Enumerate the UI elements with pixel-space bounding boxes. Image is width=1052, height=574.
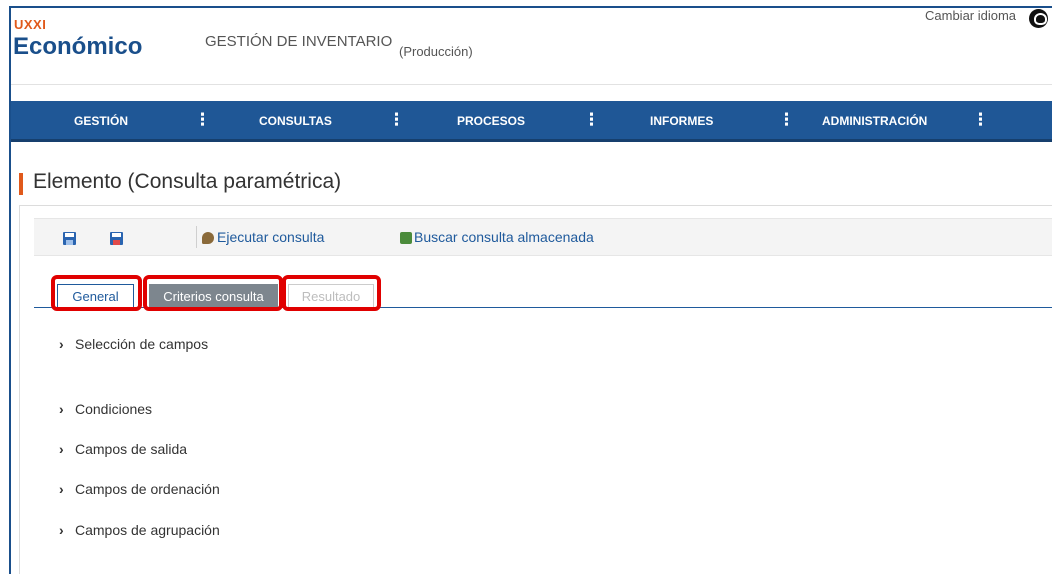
section-campos-agrupacion[interactable]: › Campos de agrupación [59,522,220,538]
save-icon[interactable] [63,232,76,245]
section-condiciones[interactable]: › Condiciones [59,401,152,417]
nav-item-consultas[interactable]: CONSULTAS [259,101,332,139]
nav-menu-dots-icon[interactable]: ⋮ [583,101,600,139]
page-title-accent [19,173,23,195]
environment-label: (Producción) [399,44,473,59]
section-seleccion-campos[interactable]: › Selección de campos [59,336,208,352]
logo-small: UXXI [14,17,47,32]
section-label: Condiciones [75,401,153,417]
logo-economico[interactable]: Económico [13,33,142,61]
chevron-right-icon: › [59,481,64,497]
save-as-icon[interactable] [110,232,123,245]
section-label: Campos de agrupación [75,522,220,538]
query-toolbar: Ejecutar consulta Buscar consulta almace… [34,218,1052,256]
change-language-link[interactable]: Cambiar idioma [925,8,1016,23]
app-header [11,8,1052,85]
highlight-box-general [51,275,142,311]
nav-menu-dots-icon[interactable]: ⋮ [194,101,211,139]
nav-item-administracion[interactable]: ADMINISTRACIÓN [822,101,927,139]
section-label: Campos de ordenación [75,481,220,497]
nav-item-informes[interactable]: INFORMES [650,101,713,139]
section-campos-ordenacion[interactable]: › Campos de ordenación [59,481,220,497]
nav-menu-dots-icon[interactable]: ⋮ [972,101,989,139]
search-saved-query-icon[interactable] [400,232,412,244]
page-title: Elemento (Consulta paramétrica) [33,170,342,193]
chevron-right-icon: › [59,522,64,538]
nav-menu-dots-icon[interactable]: ⋮ [388,101,405,139]
section-label: Campos de salida [75,441,188,457]
main-navbar: GESTIÓN ⋮ CONSULTAS ⋮ PROCESOS ⋮ INFORME… [11,101,1052,142]
chevron-right-icon: › [59,336,64,352]
nav-item-procesos[interactable]: PROCESOS [457,101,525,139]
app-title: GESTIÓN DE INVENTARIO [205,33,393,50]
run-query-icon[interactable] [202,232,214,244]
run-query-link[interactable]: Ejecutar consulta [217,229,324,245]
chevron-right-icon: › [59,401,64,417]
section-campos-salida[interactable]: › Campos de salida [59,441,187,457]
nav-item-gestion[interactable]: GESTIÓN [74,101,128,139]
highlight-box-criterios [143,275,283,311]
search-saved-query-link[interactable]: Buscar consulta almacenada [414,229,594,245]
highlight-box-resultado [282,275,381,311]
section-label: Selección de campos [75,336,209,352]
nav-menu-dots-icon[interactable]: ⋮ [778,101,795,139]
content-panel [19,205,1052,574]
globe-icon[interactable] [1029,9,1048,28]
chevron-right-icon: › [59,441,64,457]
toolbar-divider [196,226,197,248]
